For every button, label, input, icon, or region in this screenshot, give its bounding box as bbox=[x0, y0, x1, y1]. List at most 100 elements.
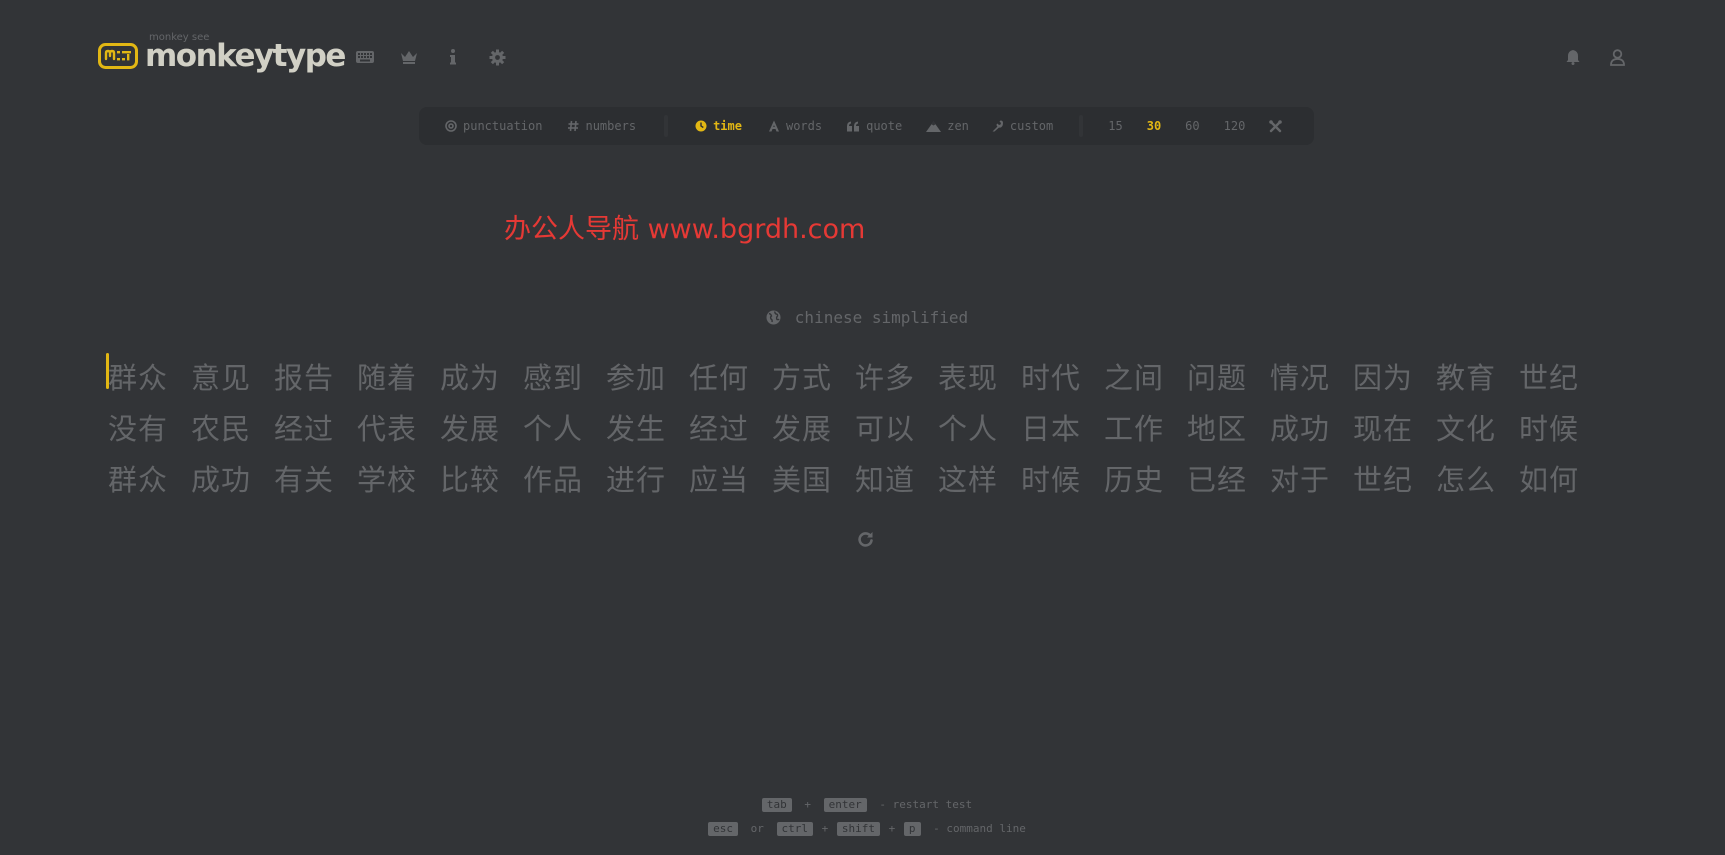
word: 时代 bbox=[1021, 360, 1082, 395]
word: 知道 bbox=[855, 462, 916, 497]
word: 随着 bbox=[357, 360, 418, 395]
time-30[interactable]: 30 bbox=[1147, 119, 1161, 133]
separator bbox=[1079, 115, 1084, 137]
word: 如何 bbox=[1519, 462, 1580, 497]
wrench-icon bbox=[992, 120, 1004, 132]
or-text: or bbox=[750, 822, 764, 835]
word: 意见 bbox=[191, 360, 252, 395]
clock-icon bbox=[695, 120, 707, 132]
key-p: p bbox=[903, 822, 921, 836]
word: 作品 bbox=[523, 462, 584, 497]
word: 时候 bbox=[1519, 411, 1580, 446]
mode-quote-label: quote bbox=[866, 119, 903, 133]
word-row: 群众 意见 报告 随着 成为 感到 参加 任何 方式 许多 表现 时代 之间 问… bbox=[108, 350, 1648, 401]
logo-subtitle: monkey see bbox=[149, 32, 210, 43]
word: 日本 bbox=[1021, 411, 1082, 446]
word: 世纪 bbox=[1353, 462, 1414, 497]
word: 报告 bbox=[274, 360, 335, 395]
gear-icon[interactable] bbox=[487, 47, 507, 67]
word: 群众 bbox=[108, 462, 169, 497]
word: 成为 bbox=[440, 360, 501, 395]
word: 之间 bbox=[1104, 360, 1165, 395]
mode-zen-label: zen bbox=[947, 119, 969, 133]
language-button[interactable]: chinese simplified bbox=[0, 308, 1725, 327]
plus-text: + bbox=[804, 798, 812, 811]
quote-icon bbox=[847, 121, 860, 132]
word: 教育 bbox=[1436, 360, 1497, 395]
word: 个人 bbox=[938, 411, 999, 446]
word: 情况 bbox=[1270, 360, 1331, 395]
watermark-text: 办公人导航 www.bgrdh.com bbox=[504, 214, 866, 245]
punctuation-label: punctuation bbox=[463, 119, 543, 133]
word: 时候 bbox=[1021, 462, 1082, 497]
word: 有关 bbox=[274, 462, 335, 497]
globe-icon bbox=[766, 310, 781, 325]
word: 进行 bbox=[606, 462, 667, 497]
plus-text: + bbox=[888, 822, 896, 835]
command-line-hint: esc or ctrl + shift + p - command line bbox=[0, 822, 1725, 836]
key-esc: esc bbox=[708, 822, 739, 836]
plus-text: + bbox=[821, 822, 829, 835]
word: 文化 bbox=[1436, 411, 1497, 446]
crown-icon[interactable] bbox=[399, 47, 419, 67]
redo-icon bbox=[858, 532, 873, 547]
restart-hint-text: - restart test bbox=[879, 798, 973, 811]
words-area[interactable]: 群众 意见 报告 随着 成为 感到 参加 任何 方式 许多 表现 时代 之间 问… bbox=[106, 350, 1648, 503]
word-row: 没有 农民 经过 代表 发展 个人 发生 经过 发展 可以 个人 日本 工作 地… bbox=[108, 401, 1648, 452]
key-ctrl: ctrl bbox=[776, 822, 814, 836]
restart-hint: tab + enter - restart test bbox=[0, 798, 1725, 812]
separator bbox=[664, 115, 669, 137]
mode-quote[interactable]: quote bbox=[847, 119, 902, 133]
keyboard-icon[interactable] bbox=[355, 47, 375, 67]
mode-time[interactable]: time bbox=[695, 119, 742, 133]
word: 代表 bbox=[357, 411, 418, 446]
word: 对于 bbox=[1270, 462, 1331, 497]
monkeytype-logo-icon bbox=[98, 43, 138, 69]
word: 农民 bbox=[191, 411, 252, 446]
app-root: monkey see monkeytype punctuation number… bbox=[0, 0, 1725, 855]
mode-custom[interactable]: custom bbox=[992, 119, 1053, 133]
word: 工作 bbox=[1104, 411, 1165, 446]
test-config-bar: punctuation numbers time words quote zen… bbox=[419, 107, 1314, 145]
time-60[interactable]: 60 bbox=[1185, 119, 1199, 133]
word: 学校 bbox=[357, 462, 418, 497]
word: 可以 bbox=[855, 411, 916, 446]
word: 个人 bbox=[523, 411, 584, 446]
word: 许多 bbox=[855, 360, 916, 395]
word: 成功 bbox=[191, 462, 252, 497]
custom-time-tools-icon[interactable] bbox=[1269, 119, 1283, 133]
word: 因为 bbox=[1353, 360, 1414, 395]
mode-zen[interactable]: zen bbox=[926, 119, 969, 133]
word: 发展 bbox=[772, 411, 833, 446]
time-15[interactable]: 15 bbox=[1108, 119, 1122, 133]
word: 这样 bbox=[938, 462, 999, 497]
mode-time-label: time bbox=[713, 119, 742, 133]
numbers-toggle[interactable]: numbers bbox=[568, 119, 636, 133]
word: 方式 bbox=[772, 360, 833, 395]
logo[interactable]: monkey see monkeytype bbox=[98, 32, 346, 76]
mode-words[interactable]: words bbox=[768, 119, 822, 133]
info-icon[interactable] bbox=[443, 47, 463, 67]
bell-icon[interactable] bbox=[1563, 47, 1583, 67]
word: 感到 bbox=[523, 360, 584, 395]
word: 地区 bbox=[1187, 411, 1248, 446]
numbers-label: numbers bbox=[585, 119, 637, 133]
word: 已经 bbox=[1187, 462, 1248, 497]
restart-button[interactable] bbox=[857, 531, 874, 552]
word: 发生 bbox=[606, 411, 667, 446]
word: 美国 bbox=[772, 462, 833, 497]
punctuation-toggle[interactable]: punctuation bbox=[445, 119, 542, 133]
language-label: chinese simplified bbox=[794, 308, 969, 327]
time-120[interactable]: 120 bbox=[1224, 119, 1246, 133]
at-icon bbox=[445, 120, 457, 132]
word: 成功 bbox=[1270, 411, 1331, 446]
font-icon bbox=[768, 120, 780, 132]
word: 经过 bbox=[274, 411, 335, 446]
header: monkey see monkeytype bbox=[0, 0, 1725, 115]
word: 群众 bbox=[108, 360, 169, 395]
word: 比较 bbox=[440, 462, 501, 497]
word: 历史 bbox=[1104, 462, 1165, 497]
user-icon[interactable] bbox=[1607, 47, 1627, 67]
hash-icon bbox=[568, 120, 579, 132]
word: 没有 bbox=[108, 411, 169, 446]
